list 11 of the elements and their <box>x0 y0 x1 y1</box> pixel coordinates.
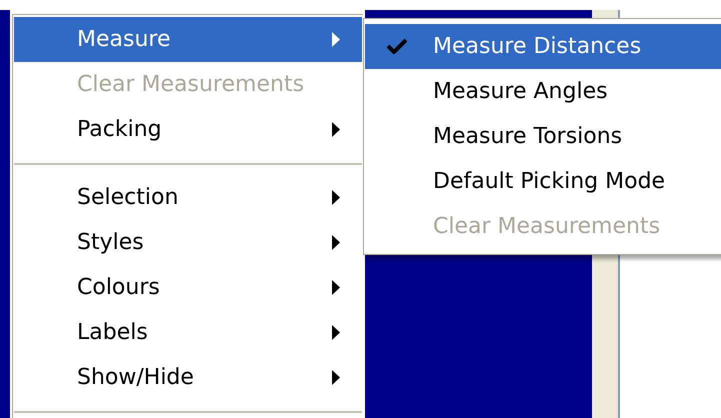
menu-item[interactable]: Styles <box>14 220 362 265</box>
menu-item[interactable]: Measure <box>14 17 362 62</box>
menu-item[interactable]: Packing <box>14 107 362 152</box>
menu-item[interactable]: Default Picking Mode <box>365 159 721 204</box>
menu-item[interactable]: Show/Hide <box>14 355 362 400</box>
menu-item[interactable]: Labels <box>14 310 362 355</box>
menu-item[interactable]: Measure Distances <box>365 24 721 69</box>
menu-item[interactable]: Colours <box>14 265 362 310</box>
menu-item[interactable]: Selection <box>14 175 362 220</box>
menu-item[interactable]: Measure Angles <box>365 69 721 114</box>
menu-item[interactable]: Measure Torsions <box>365 114 721 159</box>
